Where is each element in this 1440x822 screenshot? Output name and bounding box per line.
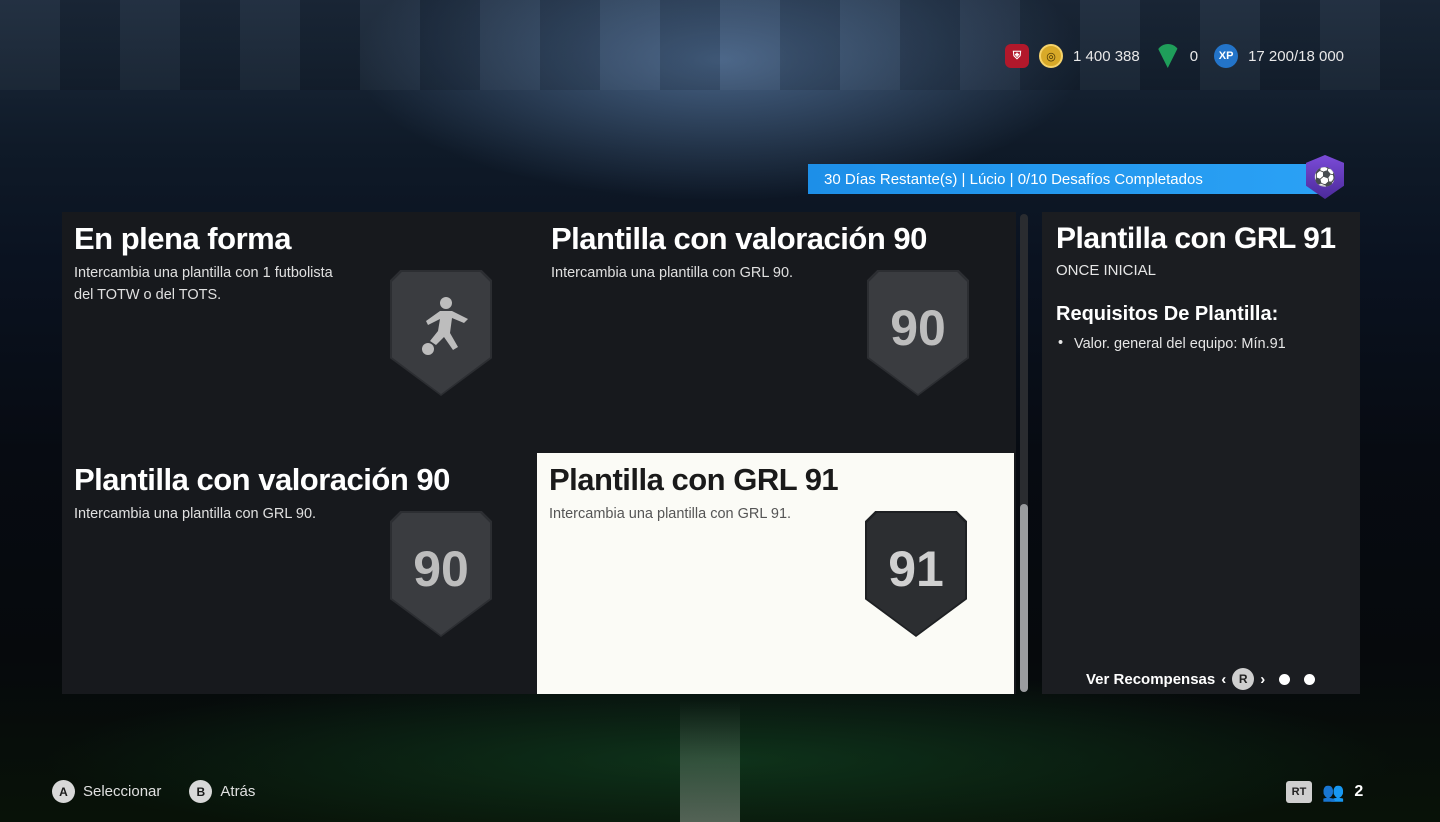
view-rewards-label: Ver Recompensas	[1086, 670, 1216, 688]
r-button-icon: R	[1232, 668, 1255, 690]
challenge-description: Intercambia una plantilla con 1 futbolis…	[74, 265, 333, 303]
challenge-card-selected[interactable]: Plantilla con GRL 91 Intercambia una pla…	[537, 453, 1014, 694]
chevron-left-icon: ‹	[1221, 670, 1227, 688]
badge-rating: 91	[888, 541, 944, 597]
requirement-item: Valor. general del equipo: Mín.91	[1056, 335, 1346, 352]
requirements-title: Requisitos De Plantilla:	[1056, 303, 1279, 325]
badge-rating: 90	[890, 300, 946, 356]
rt-button-icon[interactable]: RT	[1286, 781, 1312, 803]
xp-value: 17 200/18 000	[1248, 47, 1345, 65]
currency-bar: ⛨ ◎ 1 400 388 0 XP 17 200/18 000	[1005, 40, 1350, 72]
coins-value: 1 400 388	[1073, 47, 1140, 65]
challenge-badge: 90	[867, 270, 969, 396]
footer-social: RT 👥 2	[1286, 781, 1363, 803]
challenge-title: Plantilla con GRL 91	[549, 462, 839, 497]
season-banner: 30 Días Restante(s) | Lúcio | 0/10 Desaf…	[808, 164, 1320, 194]
challenge-description: Intercambia una plantilla con GRL 91.	[549, 506, 792, 522]
challenge-card[interactable]: Plantilla con valoración 90 Intercambia …	[539, 212, 1016, 453]
challenge-badge: 91	[865, 511, 967, 637]
challenge-card[interactable]: En plena forma Intercambia una plantilla…	[62, 212, 539, 453]
detail-subtitle: ONCE INICIAL	[1056, 262, 1157, 279]
challenge-description: Intercambia una plantilla con GRL 90.	[551, 265, 794, 281]
challenge-grid: En plena forma Intercambia una plantilla…	[62, 212, 1016, 694]
scrollbar-thumb[interactable]	[1020, 504, 1028, 692]
challenge-badge: 90	[390, 511, 492, 637]
view-rewards-button[interactable]: Ver Recompensas ‹ R ›	[1086, 668, 1316, 690]
fc-points-icon	[1155, 44, 1180, 68]
player-kicking-icon	[422, 297, 468, 355]
challenge-title: Plantilla con valoración 90	[74, 462, 450, 497]
footer-controls: A Seleccionar B Atrás	[52, 780, 255, 803]
page-dot	[1304, 673, 1316, 685]
detail-title: Plantilla con GRL 91	[1056, 222, 1336, 255]
a-button-icon: A	[52, 780, 75, 803]
b-button-icon: B	[189, 780, 213, 803]
season-banner-text: 30 Días Restante(s) | Lúcio | 0/10 Desaf…	[824, 170, 1203, 188]
coin-icon: ◎	[1039, 44, 1063, 68]
back-label[interactable]: Atrás	[220, 783, 255, 800]
select-label[interactable]: Seleccionar	[83, 783, 161, 800]
friends-count: 2	[1354, 783, 1364, 800]
pitch-line	[680, 700, 740, 822]
badge-rating: 90	[413, 541, 469, 597]
points-value: 0	[1189, 47, 1199, 65]
xp-icon: XP	[1214, 44, 1239, 68]
grid-scrollbar[interactable]	[1020, 214, 1028, 692]
friends-icon: 👥	[1322, 781, 1345, 802]
club-crest-icon: ⛨	[1005, 44, 1029, 68]
challenge-title: En plena forma	[74, 221, 291, 256]
challenge-badge	[390, 270, 492, 396]
challenge-title: Plantilla con valoración 90	[551, 221, 927, 256]
challenge-description: Intercambia una plantilla con GRL 90.	[74, 506, 317, 522]
challenge-card[interactable]: Plantilla con valoración 90 Intercambia …	[62, 453, 539, 694]
challenge-detail-panel: Plantilla con GRL 91 ONCE INICIAL Requis…	[1042, 212, 1360, 694]
page-dot	[1279, 673, 1291, 685]
chevron-right-icon: ›	[1260, 670, 1266, 688]
